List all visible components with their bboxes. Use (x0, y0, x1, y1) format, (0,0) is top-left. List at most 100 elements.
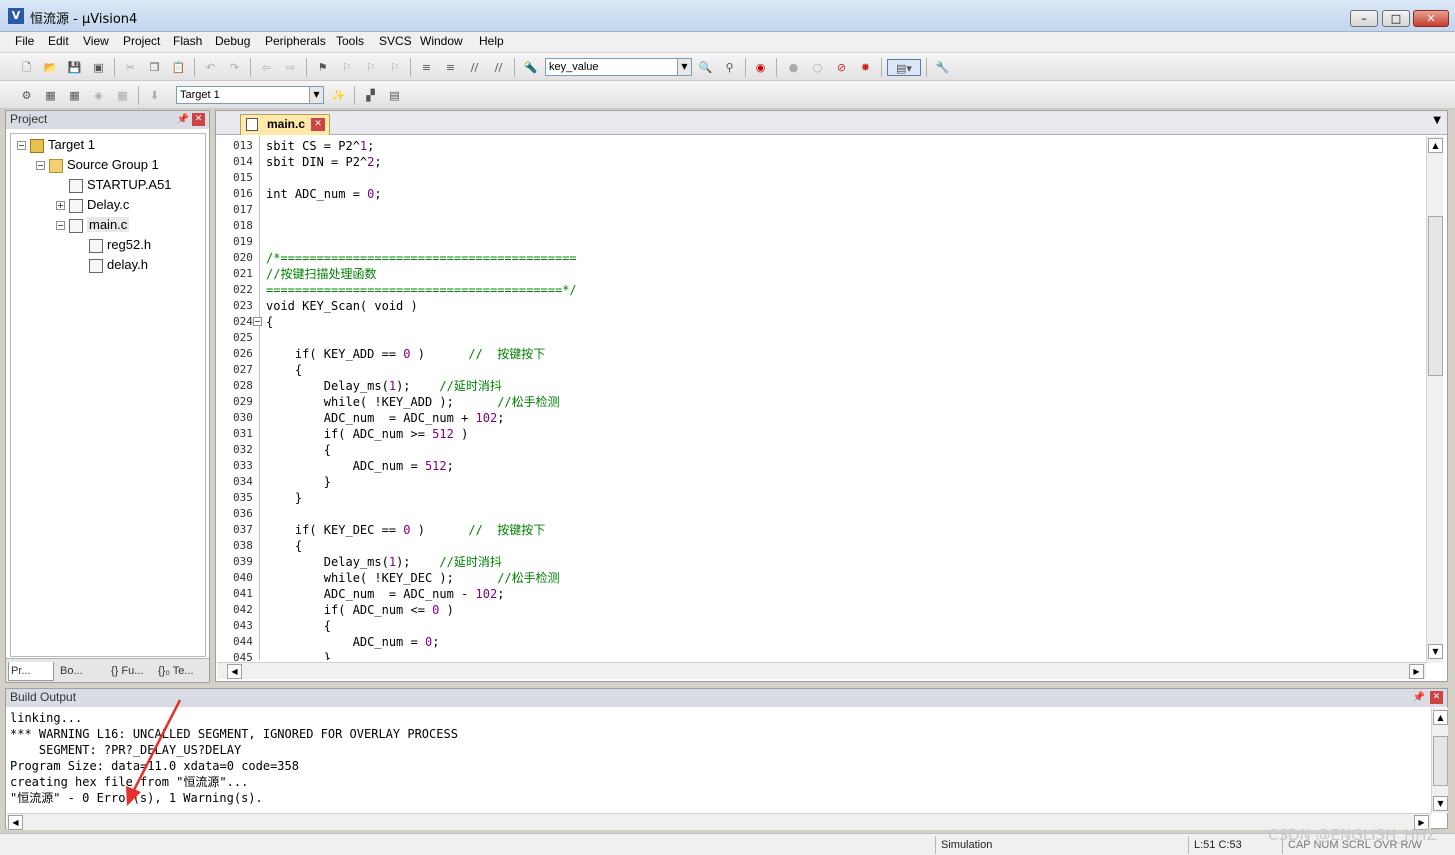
tree-item-startup[interactable]: STARTUP.A51 (69, 176, 172, 194)
menu-help[interactable]: Help (479, 34, 504, 48)
collapse-icon[interactable]: − (36, 161, 45, 171)
menu-file[interactable]: File (15, 34, 34, 48)
code-text-area[interactable]: sbit CS = P2^1; sbit DIN = P2^2; int ADC_n… (264, 136, 1424, 660)
clear-bookmarks-icon[interactable]: ⚐ (386, 59, 403, 76)
tree-item-delay-h[interactable]: delay.h (89, 256, 148, 274)
bookmark-icon[interactable]: ⚑ (314, 59, 331, 76)
chevron-down-icon[interactable]: ▼ (309, 87, 323, 103)
configure-wrench-icon[interactable]: 🔧 (934, 59, 951, 76)
menu-flash[interactable]: Flash (173, 34, 202, 48)
unindent-icon[interactable]: ≡ (442, 59, 459, 76)
undo-icon[interactable]: ↶ (202, 59, 219, 76)
open-file-icon[interactable]: 📂 (42, 59, 59, 76)
tree-item-main-c[interactable]: − main.c (56, 216, 130, 234)
find-combo-value: key_value (549, 61, 599, 73)
tab-main-c[interactable]: main.c ✕ (240, 114, 330, 135)
collapse-icon[interactable]: − (17, 141, 26, 151)
redo-icon[interactable]: ↷ (226, 59, 243, 76)
target-combo[interactable]: Target 1 ▼ (176, 86, 324, 104)
output-horizontal-scrollbar[interactable]: ◀ ▶ (7, 813, 1431, 830)
build-output-panel: Build Output 📌 ✕ linking... *** WARNING L… (5, 688, 1448, 830)
line-number: 029 (233, 395, 253, 408)
menu-project[interactable]: Project (123, 34, 160, 48)
close-button[interactable]: ✕ (1413, 10, 1449, 27)
build-icon[interactable]: ▦ (42, 87, 59, 104)
disable-breakpoints-icon[interactable]: ⊘ (833, 59, 850, 76)
file-icon (89, 238, 103, 253)
scroll-left-arrow-icon[interactable]: ◀ (8, 815, 23, 830)
manage-components-icon[interactable]: ▞ (362, 87, 379, 104)
minimize-button[interactable]: – (1350, 10, 1378, 27)
code-line: while( !KEY_ADD ); //松手检测 (266, 395, 560, 409)
close-panel-icon[interactable]: ✕ (192, 113, 205, 126)
comment-icon[interactable]: // (466, 59, 483, 76)
paste-icon[interactable]: 📋 (170, 59, 187, 76)
expand-icon[interactable]: + (56, 201, 65, 211)
menu-edit[interactable]: Edit (48, 34, 69, 48)
menu-view[interactable]: View (83, 34, 109, 48)
chevron-down-icon[interactable]: ▼ (677, 59, 691, 75)
batch-build-icon[interactable]: ◈ (90, 87, 107, 104)
editor-horizontal-scrollbar[interactable]: ◀ ▶ (217, 662, 1426, 679)
kill-breakpoints-icon[interactable]: ✸ (857, 59, 874, 76)
scroll-down-arrow-icon[interactable]: ▼ (1433, 796, 1448, 811)
maximize-button[interactable]: □ (1382, 10, 1410, 27)
tab-functions[interactable]: {} Fu... (109, 662, 153, 681)
editor-vertical-scrollbar[interactable]: ▲ ▼ (1426, 136, 1443, 663)
tab-books[interactable]: Bo... (58, 662, 106, 681)
target-options-icon[interactable]: ✨ (330, 87, 347, 104)
uvision-app-icon[interactable]: V (8, 8, 24, 24)
menu-tools[interactable]: Tools (336, 34, 364, 48)
menu-peripherals[interactable]: Peripherals (265, 34, 326, 48)
next-bookmark-icon[interactable]: ⚐ (362, 59, 379, 76)
window-layout-icon[interactable]: ▤▾ (887, 59, 921, 76)
line-number: 039 (233, 555, 253, 568)
translate-icon[interactable]: ⚙ (18, 87, 35, 104)
menu-window[interactable]: Window (420, 34, 463, 48)
manage-books-icon[interactable]: ▤ (386, 87, 403, 104)
tree-item-source-group[interactable]: − Source Group 1 (36, 156, 159, 174)
scroll-right-arrow-icon[interactable]: ▶ (1409, 664, 1424, 679)
scroll-down-arrow-icon[interactable]: ▼ (1428, 644, 1443, 659)
close-tab-icon[interactable]: ✕ (311, 118, 325, 131)
debug-session-icon[interactable]: ◉ (752, 59, 769, 76)
tab-templates[interactable]: {}₀ Te... (156, 662, 206, 681)
rebuild-icon[interactable]: ▦ (66, 87, 83, 104)
download-load-icon[interactable]: ⬇ (146, 87, 163, 104)
prev-bookmark-icon[interactable]: ⚐ (338, 59, 355, 76)
uncomment-icon[interactable]: // (490, 59, 507, 76)
scroll-up-arrow-icon[interactable]: ▲ (1433, 710, 1448, 725)
fold-collapse-icon[interactable]: − (253, 317, 262, 326)
collapse-icon[interactable]: − (56, 221, 65, 231)
navigate-forward-icon[interactable]: ⇨ (282, 59, 299, 76)
navigate-back-icon[interactable]: ⇦ (258, 59, 275, 76)
save-icon[interactable]: 💾 (66, 59, 83, 76)
incremental-find-icon[interactable]: ⚲ (721, 59, 738, 76)
tree-item-reg52-h[interactable]: reg52.h (89, 236, 151, 254)
find-in-files-icon[interactable]: 🔦 (522, 59, 539, 76)
menu-debug[interactable]: Debug (215, 34, 250, 48)
pin-icon[interactable]: 📌 (177, 111, 189, 128)
menu-svcs[interactable]: SVCS (379, 34, 412, 48)
chevron-down-icon[interactable]: ▼ (1433, 115, 1441, 126)
tree-item-target[interactable]: − Target 1 (17, 136, 95, 154)
pin-icon[interactable]: 📌 (1413, 689, 1425, 706)
scroll-up-arrow-icon[interactable]: ▲ (1428, 138, 1443, 153)
cut-icon[interactable]: ✂ (122, 59, 139, 76)
scroll-left-arrow-icon[interactable]: ◀ (227, 664, 242, 679)
find-icon[interactable]: 🔍 (697, 59, 714, 76)
output-vertical-scrollbar[interactable]: ▲ ▼ (1431, 708, 1448, 813)
indent-icon[interactable]: ≡ (418, 59, 435, 76)
find-combo[interactable]: key_value ▼ (545, 58, 692, 76)
scrollbar-thumb[interactable] (1428, 216, 1443, 376)
tab-project[interactable]: Pr... (8, 662, 54, 681)
stop-build-icon[interactable]: ▦ (114, 87, 131, 104)
insert-breakpoint-icon[interactable]: ● (785, 59, 802, 76)
enable-breakpoint-icon[interactable]: ○ (809, 59, 826, 76)
copy-icon[interactable]: ❐ (146, 59, 163, 76)
tree-item-delay-c[interactable]: + Delay.c (56, 196, 129, 214)
close-panel-icon[interactable]: ✕ (1430, 691, 1443, 704)
scrollbar-thumb[interactable] (1433, 736, 1448, 786)
new-file-icon[interactable]: 🗋 (18, 59, 35, 76)
save-all-icon[interactable]: ▣ (90, 59, 107, 76)
